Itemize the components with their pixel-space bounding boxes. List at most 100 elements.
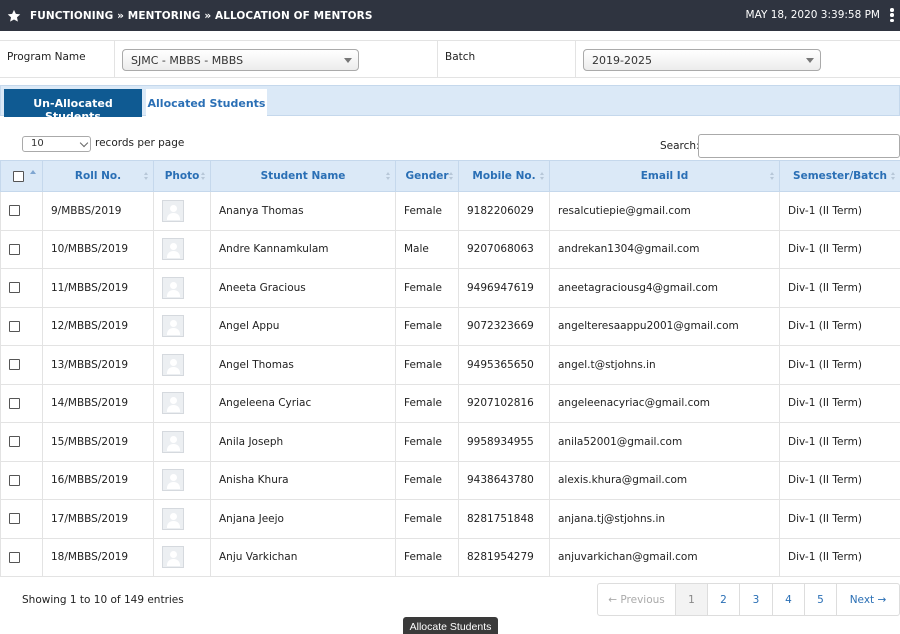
page-length-select[interactable]: 10	[22, 136, 91, 152]
page-2-button[interactable]: 2	[708, 584, 740, 615]
mobile-no-cell: 9182206029	[458, 191, 550, 231]
batch-label: Batch	[445, 51, 476, 63]
roll-no-cell: 11/MBBS/2019	[42, 268, 154, 308]
semester-batch-cell: Div-1 (II Term)	[779, 306, 900, 346]
user-placeholder-icon	[162, 507, 184, 530]
top-bar: FUNCTIONING » MENTORING » ALLOCATION OF …	[0, 0, 900, 31]
kebab-menu-icon[interactable]	[890, 8, 894, 22]
table-row[interactable]: 16/MBBS/2019 Anisha Khura Female 9438643780…	[0, 460, 900, 500]
roll-no-cell: 9/MBBS/2019	[42, 191, 154, 231]
user-placeholder-icon	[162, 353, 184, 376]
roll-no-cell: 14/MBBS/2019	[42, 383, 154, 423]
select-all-checkbox[interactable]	[13, 170, 24, 182]
dropdown-arrow-icon	[806, 58, 814, 63]
photo-cell	[153, 499, 211, 539]
page-5-button[interactable]: 5	[805, 584, 837, 615]
tab-bar: Un-Allocated Students Allocated Students	[0, 85, 900, 123]
mobile-no-cell: 9958934955	[458, 422, 550, 462]
page-4-button[interactable]: 4	[773, 584, 805, 615]
sort-icon	[144, 172, 149, 181]
column-header-student-name[interactable]: Student Name	[210, 160, 396, 192]
column-label: Mobile No.	[472, 170, 536, 182]
page-1-button[interactable]: 1	[676, 584, 708, 615]
row-checkbox[interactable]	[9, 320, 20, 332]
photo-cell	[153, 191, 211, 231]
row-select-cell	[0, 191, 43, 231]
email-id-cell: angelteresaappu2001@gmail.com	[549, 306, 780, 346]
user-placeholder-icon	[162, 546, 184, 569]
sort-icon	[770, 172, 775, 181]
roll-no-cell: 13/MBBS/2019	[42, 345, 154, 385]
table-row[interactable]: 14/MBBS/2019 Angeleena Cyriac Female 920710…	[0, 383, 900, 423]
table-info: Showing 1 to 10 of 149 entries	[22, 594, 184, 606]
row-checkbox[interactable]	[9, 282, 20, 294]
semester-batch-cell: Div-1 (II Term)	[779, 422, 900, 462]
row-select-cell	[0, 460, 43, 500]
mobile-no-cell: 8281751848	[458, 499, 550, 539]
roll-no-cell: 18/MBBS/2019	[42, 537, 154, 577]
program-filter-row: Program Name SJMC - MBBS - MBBS Batch 20…	[0, 40, 900, 78]
email-id-cell: resalcutiepie@gmail.com	[549, 191, 780, 231]
column-header-photo[interactable]: Photo	[153, 160, 211, 192]
row-select-cell	[0, 229, 43, 269]
student-name-cell: Aneeta Gracious	[210, 268, 396, 308]
column-header-gender[interactable]: Gender	[395, 160, 459, 192]
semester-batch-cell: Div-1 (II Term)	[779, 383, 900, 423]
column-header-email-id[interactable]: Email Id	[549, 160, 780, 192]
column-header-semester-batch[interactable]: Semester/Batch	[779, 160, 900, 192]
row-checkbox[interactable]	[9, 474, 20, 486]
mobile-no-cell: 9495365650	[458, 345, 550, 385]
sort-asc-icon[interactable]	[30, 170, 36, 174]
tab-unallocated-students[interactable]: Un-Allocated Students	[4, 89, 142, 123]
student-name-cell: Ananya Thomas	[210, 191, 396, 231]
mobile-no-cell: 9207102816	[458, 383, 550, 423]
next-page-button[interactable]: Next →	[837, 584, 899, 615]
student-name-cell: Anila Joseph	[210, 422, 396, 462]
row-checkbox[interactable]	[9, 513, 20, 525]
page-3-button[interactable]: 3	[740, 584, 773, 615]
column-header-mobile-no[interactable]: Mobile No.	[458, 160, 550, 192]
row-select-cell	[0, 499, 43, 539]
select-all-header	[0, 160, 43, 192]
program-name-label: Program Name	[7, 51, 86, 63]
row-select-cell	[0, 268, 43, 308]
previous-page-button[interactable]: ← Previous	[598, 584, 676, 615]
table-row[interactable]: 12/MBBS/2019 Angel Appu Female 9072323669 an…	[0, 306, 900, 346]
row-checkbox[interactable]	[9, 436, 20, 448]
star-icon[interactable]	[7, 9, 21, 23]
table-row[interactable]: 9/MBBS/2019 Ananya Thomas Female 9182206029…	[0, 191, 900, 231]
program-name-value: SJMC - MBBS - MBBS	[131, 54, 244, 67]
photo-cell	[153, 306, 211, 346]
batch-select[interactable]: 2019-2025	[583, 49, 821, 71]
student-name-cell: Anju Varkichan	[210, 537, 396, 577]
row-checkbox[interactable]	[9, 551, 20, 563]
row-checkbox[interactable]	[9, 205, 20, 217]
table-row[interactable]: 10/MBBS/2019 Andre Kannamkulam Male 9207068…	[0, 229, 900, 269]
roll-no-cell: 15/MBBS/2019	[42, 422, 154, 462]
row-checkbox[interactable]	[9, 359, 20, 371]
table-row[interactable]: 15/MBBS/2019 Anila Joseph Female 9958934955…	[0, 422, 900, 462]
email-id-cell: anila52001@gmail.com	[549, 422, 780, 462]
column-header-roll-no[interactable]: Roll No.	[42, 160, 154, 192]
sort-icon	[540, 172, 545, 181]
mobile-no-cell: 9496947619	[458, 268, 550, 308]
student-name-cell: Andre Kannamkulam	[210, 229, 396, 269]
column-label: Student Name	[260, 170, 346, 182]
table-row[interactable]: 17/MBBS/2019 Anjana Jeejo Female 8281751848…	[0, 499, 900, 539]
email-id-cell: angeleenacyriac@gmail.com	[549, 383, 780, 423]
table-row[interactable]: 11/MBBS/2019 Aneeta Gracious Female 9496947…	[0, 268, 900, 308]
photo-cell	[153, 537, 211, 577]
allocate-students-button[interactable]: Allocate Students	[403, 617, 498, 634]
row-select-cell	[0, 345, 43, 385]
search-input[interactable]	[698, 134, 900, 158]
program-name-select[interactable]: SJMC - MBBS - MBBS	[122, 49, 359, 71]
table-row[interactable]: 13/MBBS/2019 Angel Thomas Female 9495365650…	[0, 345, 900, 385]
tab-allocated-students[interactable]: Allocated Students	[146, 89, 267, 117]
table-row[interactable]: 18/MBBS/2019 Anju Varkichan Female 82819542…	[0, 537, 900, 577]
student-name-cell: Angel Appu	[210, 306, 396, 346]
user-placeholder-icon	[162, 392, 184, 415]
row-checkbox[interactable]	[9, 243, 20, 255]
row-checkbox[interactable]	[9, 397, 20, 409]
row-select-cell	[0, 422, 43, 462]
dropdown-arrow-icon	[344, 58, 352, 63]
